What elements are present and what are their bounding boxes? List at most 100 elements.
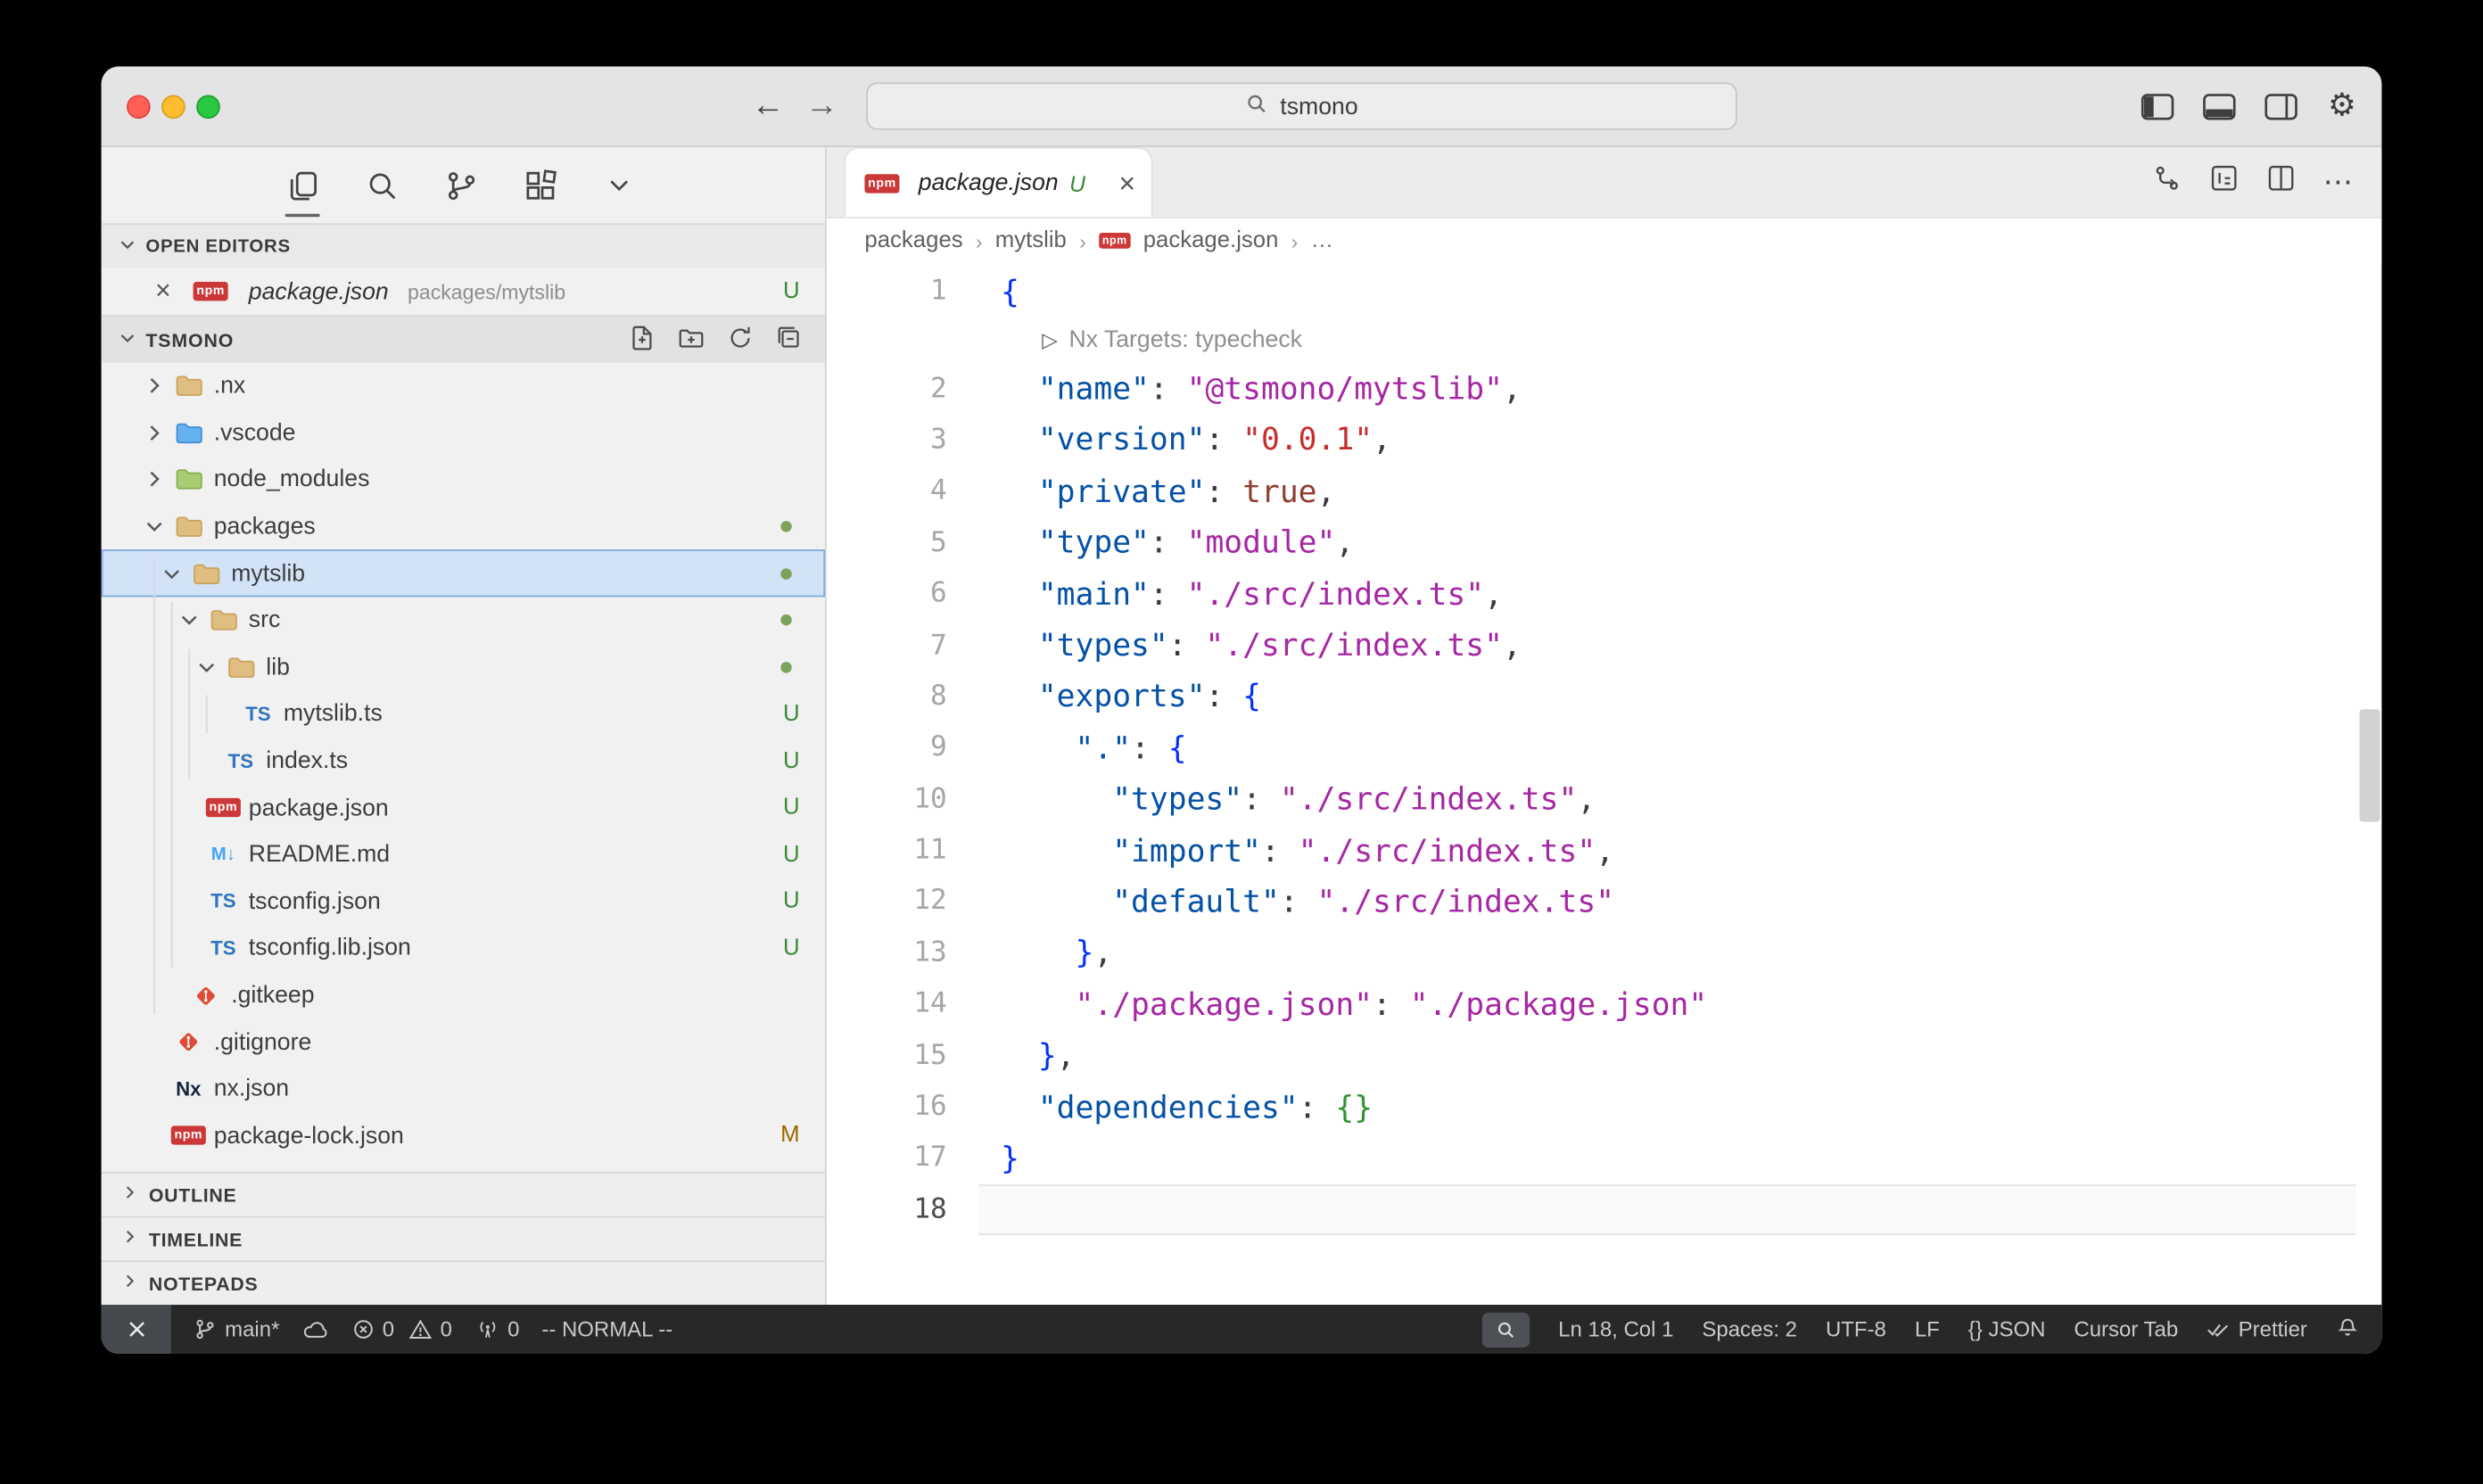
eol-status[interactable]: LF — [1915, 1317, 1940, 1341]
tree-item-tsconfig.json[interactable]: TStsconfig.jsonU — [102, 878, 825, 926]
more-views-chevron-icon[interactable] — [598, 165, 639, 206]
code-line-16[interactable]: 16 "dependencies": {} — [827, 1081, 2382, 1133]
back-button[interactable]: ← — [746, 84, 790, 128]
code-line-7[interactable]: 7 "types": "./src/index.ts", — [827, 620, 2382, 672]
tree-item-.gitkeep[interactable]: .gitkeep — [102, 972, 825, 1019]
chevron-down-icon[interactable] — [157, 562, 186, 586]
source-control-graph-icon[interactable] — [2152, 163, 2182, 202]
more-actions-icon[interactable]: ⋯ — [2323, 167, 2354, 197]
minimize-window-button[interactable] — [161, 95, 186, 120]
code-line-6[interactable]: 6 "main": "./src/index.ts", — [827, 568, 2382, 620]
command-center-search[interactable]: tsmono — [866, 82, 1737, 129]
ports-status[interactable]: 0 — [474, 1317, 520, 1341]
vim-mode-indicator[interactable]: -- NORMAL -- — [541, 1317, 672, 1341]
open-changes-icon[interactable] — [2209, 163, 2240, 202]
tree-item-tsconfig.lib.json[interactable]: TStsconfig.lib.jsonU — [102, 925, 825, 972]
code-text: "version": "0.0.1", — [1001, 422, 1391, 458]
timeline-section-header[interactable]: TIMELINE — [102, 1216, 825, 1261]
collapse-all-icon[interactable] — [776, 324, 803, 356]
code-line-9[interactable]: 9 ".": { — [827, 722, 2382, 774]
tree-item-package.json[interactable]: npmpackage.jsonU — [102, 784, 825, 831]
code-line-4[interactable]: 4 "private": true, — [827, 466, 2382, 517]
tree-item-.nx[interactable]: .nx — [102, 363, 825, 410]
code-line-5[interactable]: 5 "type": "module", — [827, 517, 2382, 569]
chevron-down-icon[interactable] — [139, 515, 168, 539]
chevron-right-icon[interactable] — [139, 468, 168, 492]
code-line-18[interactable]: 18 — [827, 1183, 2382, 1235]
tree-item-index.ts[interactable]: TSindex.tsU — [102, 738, 825, 785]
chevron-down-icon[interactable] — [192, 655, 220, 680]
toggle-panel-icon[interactable] — [2199, 87, 2238, 126]
tree-item-README.md[interactable]: M↓README.mdU — [102, 831, 825, 878]
close-tab-icon[interactable]: × — [1118, 169, 1135, 197]
code-line-13[interactable]: 13 }, — [827, 928, 2382, 979]
cursor-tab-status[interactable]: Cursor Tab — [2074, 1317, 2178, 1341]
code-editor[interactable]: 1{▷Nx Targets: typecheck2 "name": "@tsmo… — [827, 263, 2382, 1305]
codelens-nx-targets[interactable]: ▷Nx Targets: typecheck — [827, 317, 2382, 363]
remote-indicator[interactable] — [102, 1305, 171, 1354]
new-file-icon[interactable] — [629, 324, 656, 356]
tree-item-mytslib.ts[interactable]: TSmytslib.tsU — [102, 690, 825, 738]
new-folder-icon[interactable] — [678, 324, 705, 356]
git-branch-status[interactable]: main* — [194, 1317, 280, 1341]
chevron-right-icon[interactable] — [139, 375, 168, 399]
code-line-12[interactable]: 12 "default": "./src/index.ts" — [827, 876, 2382, 928]
publish-changes-button[interactable] — [301, 1317, 328, 1341]
chevron-right-icon[interactable] — [139, 421, 168, 445]
code-line-15[interactable]: 15 }, — [827, 1030, 2382, 1082]
open-editors-header[interactable]: OPEN EDITORS — [102, 223, 825, 268]
project-section-header[interactable]: TSMONO — [102, 315, 825, 362]
breadcrumb-mytslib[interactable]: mytslib — [995, 228, 1067, 253]
chevron-down-icon[interactable] — [174, 608, 202, 632]
tree-item-.vscode[interactable]: .vscode — [102, 409, 825, 457]
chevron-down-icon — [117, 234, 137, 259]
notepads-section-header[interactable]: NOTEPADS — [102, 1260, 825, 1305]
toggle-secondary-sidebar-icon[interactable] — [2261, 87, 2299, 126]
code-line-1[interactable]: 1{ — [827, 266, 2382, 317]
formatter-status[interactable]: Prettier — [2207, 1317, 2307, 1341]
search-view-icon[interactable] — [361, 165, 402, 206]
split-editor-icon[interactable] — [2266, 163, 2297, 202]
forward-button[interactable]: → — [800, 84, 845, 128]
cursor-position-status[interactable]: Ln 18, Col 1 — [1558, 1317, 1673, 1341]
tree-item-src[interactable]: src — [102, 597, 825, 644]
source-control-icon[interactable] — [441, 165, 482, 206]
tree-item-.gitignore[interactable]: .gitignore — [102, 1018, 825, 1066]
code-line-8[interactable]: 8 "exports": { — [827, 671, 2382, 722]
tree-item-nx.json[interactable]: Nxnx.json — [102, 1066, 825, 1113]
open-editor-entry[interactable]: × npm package.json packages/mytslib U — [102, 268, 825, 315]
extensions-icon[interactable] — [519, 165, 560, 206]
code-line-14[interactable]: 14 "./package.json": "./package.json" — [827, 978, 2382, 1030]
zoom-window-button[interactable] — [196, 95, 220, 120]
outline-section-header[interactable]: OUTLINE — [102, 1172, 825, 1216]
code-line-2[interactable]: 2 "name": "@tsmono/mytslib", — [827, 363, 2382, 415]
explorer-icon[interactable] — [282, 165, 323, 206]
code-text: "import": "./src/index.ts", — [1001, 832, 1614, 869]
language-mode-status[interactable]: {} JSON — [1968, 1317, 2046, 1341]
toggle-primary-sidebar-icon[interactable] — [2138, 87, 2176, 126]
breadcrumb-ellipsis[interactable]: … — [1311, 228, 1334, 253]
code-line-10[interactable]: 10 "types": "./src/index.ts", — [827, 773, 2382, 825]
indentation-status[interactable]: Spaces: 2 — [1702, 1317, 1797, 1341]
refresh-icon[interactable] — [727, 324, 754, 356]
breadcrumb-packages[interactable]: packages — [864, 228, 962, 253]
code-line-11[interactable]: 11 "import": "./src/index.ts", — [827, 825, 2382, 877]
tree-item-package-lock.json[interactable]: npmpackage-lock.jsonM — [102, 1112, 825, 1159]
tree-item-packages[interactable]: packages — [102, 503, 825, 550]
code-line-3[interactable]: 3 "version": "0.0.1", — [827, 415, 2382, 466]
editor-scrollbar[interactable] — [2359, 709, 2380, 821]
close-editor-icon[interactable]: × — [149, 276, 177, 308]
encoding-status[interactable]: UTF-8 — [1826, 1317, 1886, 1341]
code-line-17[interactable]: 17} — [827, 1133, 2382, 1184]
tree-item-mytslib[interactable]: mytslib — [102, 550, 825, 598]
close-window-button[interactable] — [127, 95, 151, 120]
tree-item-lib[interactable]: lib — [102, 644, 825, 691]
settings-gear-icon[interactable]: ⚙ — [2323, 87, 2362, 126]
language-text: {} JSON — [1968, 1317, 2046, 1341]
notifications-bell-icon[interactable] — [2336, 1315, 2360, 1344]
tab-package-json[interactable]: npm package.json U × — [844, 147, 1152, 217]
breadcrumb-file[interactable]: package.json — [1143, 228, 1279, 253]
problems-status[interactable]: 0 0 — [351, 1317, 452, 1341]
status-search-button[interactable] — [1482, 1312, 1530, 1347]
tree-item-node_modules[interactable]: node_modules — [102, 457, 825, 504]
